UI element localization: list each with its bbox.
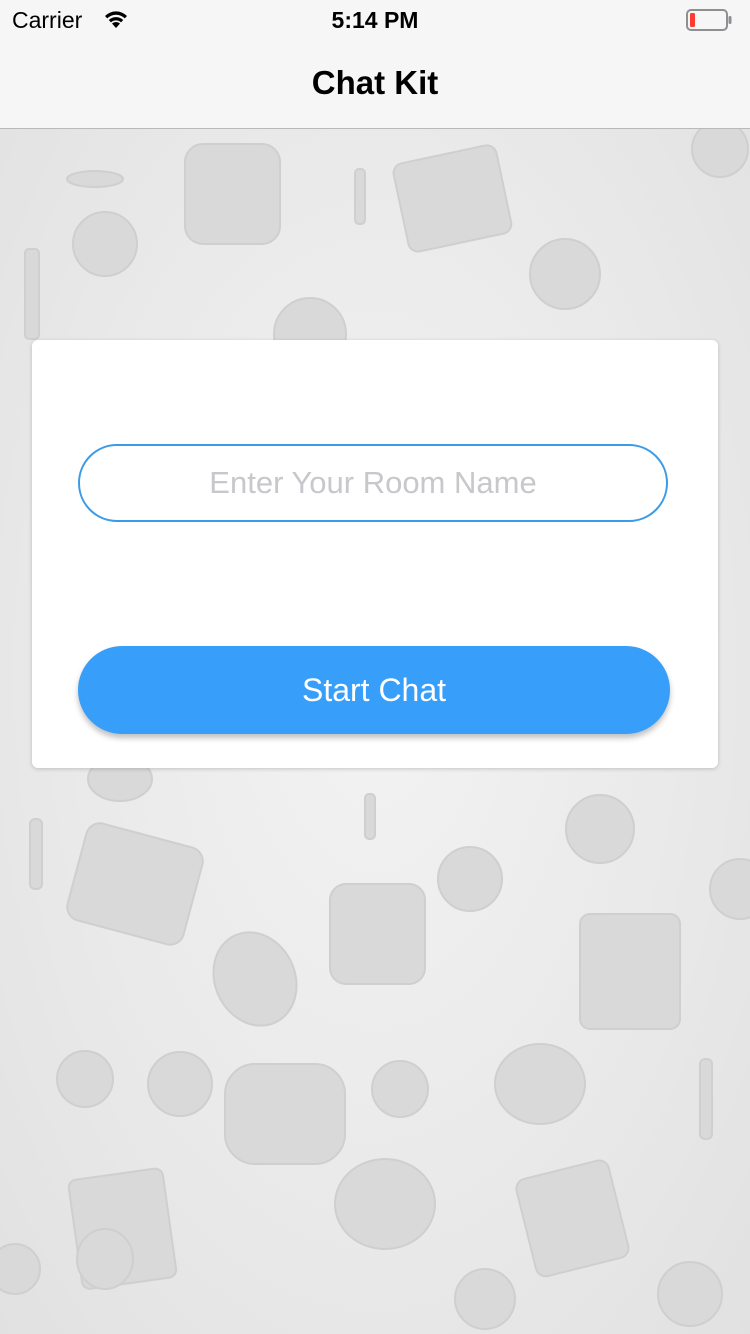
room-card: Start Chat bbox=[32, 340, 718, 768]
content-area: Start Chat bbox=[0, 129, 750, 1334]
start-chat-button[interactable]: Start Chat bbox=[78, 646, 670, 734]
navigation-bar: Chat Kit bbox=[0, 40, 750, 129]
battery-icon bbox=[686, 9, 732, 31]
nav-title: Chat Kit bbox=[311, 64, 439, 101]
room-name-input[interactable] bbox=[78, 444, 668, 522]
status-bar: Carrier 5:14 PM bbox=[0, 0, 750, 40]
status-time: 5:14 PM bbox=[331, 7, 419, 33]
